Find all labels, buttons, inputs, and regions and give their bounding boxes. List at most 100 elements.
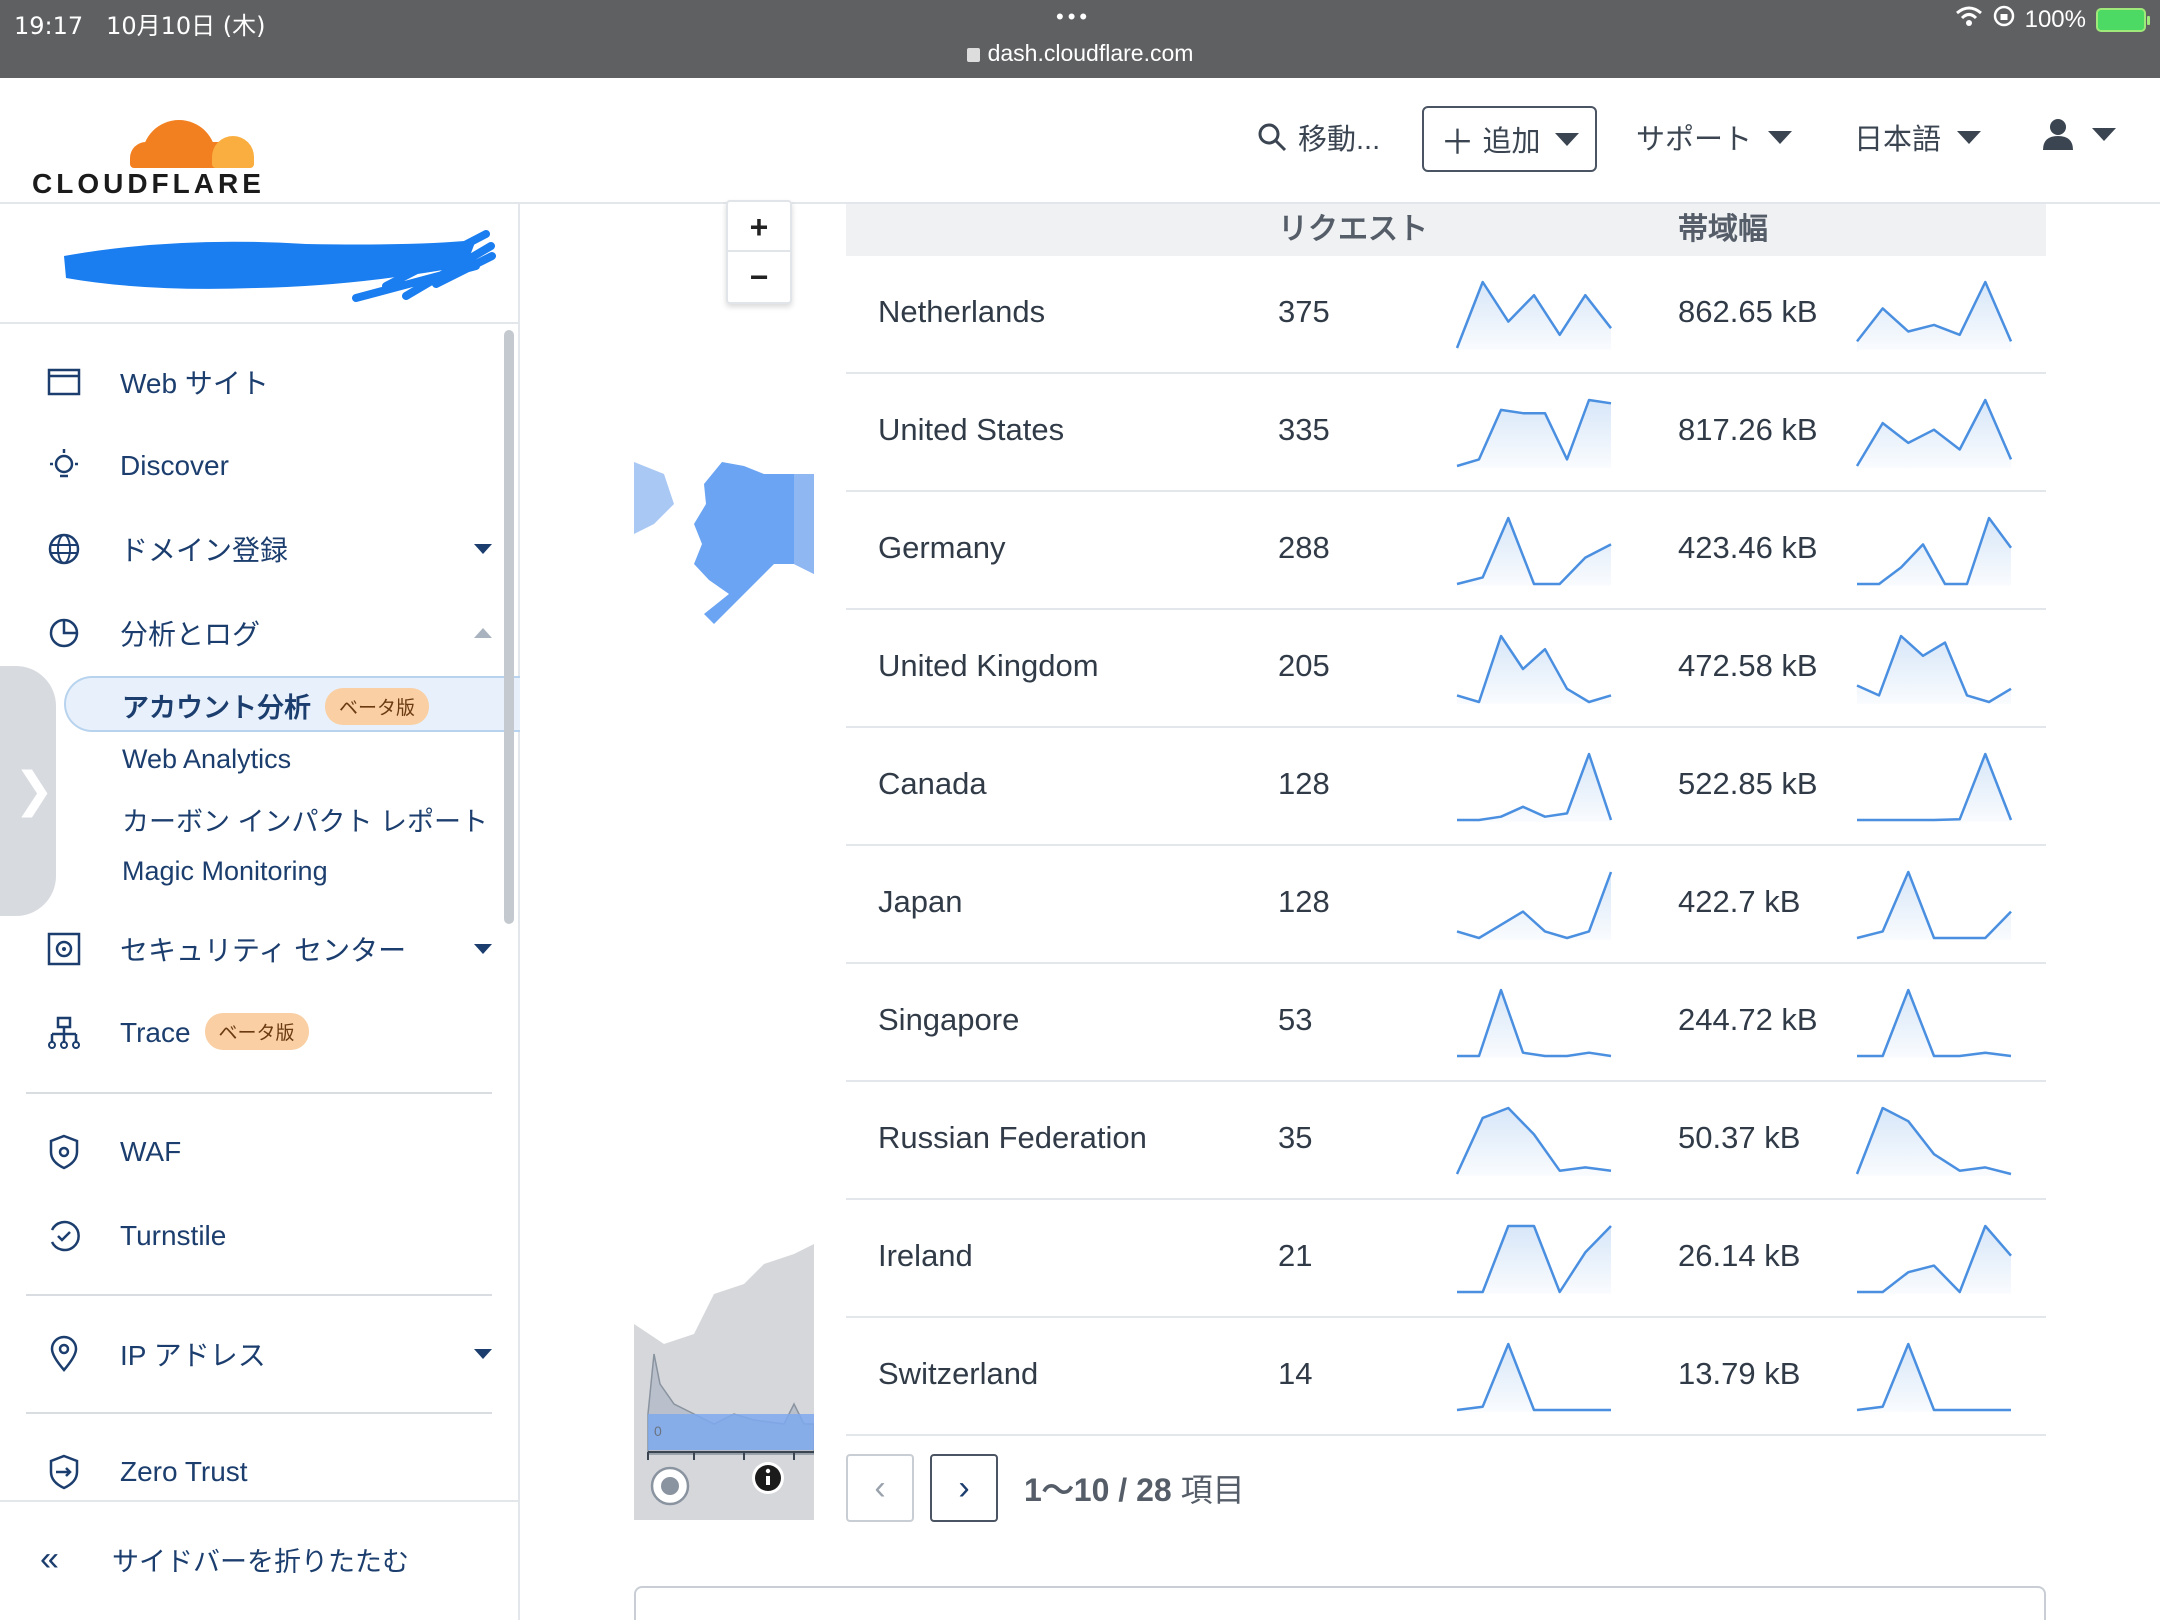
sidebar-item-discover[interactable]: Discover bbox=[0, 436, 500, 496]
search-label: 移動... bbox=[1298, 124, 1381, 156]
sidebar-subitem-carbon-report[interactable]: カーボン インパクト レポート bbox=[122, 800, 488, 839]
request-count: 335 bbox=[1278, 412, 1330, 447]
sidebar-item-label: Web サイト bbox=[120, 368, 269, 399]
collapse-sidebar-button[interactable]: « サイドバーを折りたたむ bbox=[0, 1500, 518, 1620]
side-panel-handle[interactable]: ❯ bbox=[0, 666, 56, 916]
bandwidth-value: 862.65 kB bbox=[1678, 294, 1818, 329]
sparkline-chart bbox=[1456, 1342, 1611, 1412]
table-row[interactable]: Russian Federation 35 50.37 kB bbox=[846, 1082, 2046, 1200]
sparkline-chart bbox=[1456, 634, 1612, 704]
sparkline-chart bbox=[1857, 988, 2012, 1058]
sidebar-item-label: Trace ベータ版 bbox=[120, 1012, 309, 1053]
bandwidth-value: 26.14 kB bbox=[1678, 1238, 1801, 1273]
table-row[interactable]: United States 335 817.26 kB bbox=[846, 374, 2046, 492]
chevron-down-icon bbox=[474, 944, 492, 954]
chevron-down-icon bbox=[474, 544, 492, 554]
zoom-out-button[interactable]: − bbox=[728, 252, 790, 302]
table-row[interactable]: United Kingdom 205 472.58 kB bbox=[846, 610, 2046, 728]
double-chevron-left-icon: « bbox=[40, 1540, 59, 1578]
user-menu[interactable] bbox=[2040, 116, 2116, 152]
sidebar-subitem-magic-monitoring[interactable]: Magic Monitoring bbox=[122, 856, 328, 887]
country-traffic-table: リクエスト 帯域幅 Netherlands 375 862.65 kB United … bbox=[846, 204, 2046, 1436]
browser-window-icon bbox=[47, 368, 81, 396]
request-count: 375 bbox=[1278, 294, 1330, 329]
zoom-in-button[interactable]: + bbox=[728, 202, 790, 252]
redacted-account-name bbox=[64, 230, 496, 302]
top-header: CLOUDFLARE 移動... ＋ 追加 サポート 日本語 bbox=[0, 78, 2160, 204]
request-count: 288 bbox=[1278, 530, 1330, 565]
country-name: Ireland bbox=[878, 1238, 973, 1273]
table-row[interactable]: Ireland 21 26.14 kB bbox=[846, 1200, 2046, 1318]
sidebar-item-analytics-logs[interactable]: 分析とログ bbox=[0, 603, 500, 663]
sidebar-item-waf[interactable]: WAF bbox=[0, 1122, 500, 1182]
status-time: 19:17 10月10日 (木) bbox=[14, 12, 266, 40]
sparkline-chart bbox=[1856, 1342, 2011, 1412]
map-info-icon[interactable] bbox=[752, 1462, 784, 1494]
table-row[interactable]: Singapore 53 244.72 kB bbox=[846, 964, 2046, 1082]
sidebar-scrollbar[interactable] bbox=[504, 330, 514, 924]
table-row[interactable]: Canada 128 522.85 kB bbox=[846, 728, 2046, 846]
sidebar-item-trace[interactable]: Trace ベータ版 bbox=[0, 1004, 500, 1064]
table-row[interactable]: Switzerland 14 13.79 kB bbox=[846, 1318, 2046, 1436]
table-row[interactable]: Japan 128 422.7 kB bbox=[846, 846, 2046, 964]
support-label: サポート bbox=[1636, 124, 1753, 156]
bandwidth-value: 522.85 kB bbox=[1678, 766, 1818, 801]
sparkline-chart bbox=[1456, 516, 1612, 586]
url-bar[interactable]: dash.cloudflare.com bbox=[0, 40, 2160, 67]
security-center-icon bbox=[47, 932, 81, 966]
cloudflare-logo[interactable]: CLOUDFLARE bbox=[32, 98, 261, 199]
column-header-bandwidth[interactable]: 帯域幅 bbox=[1678, 204, 1768, 248]
pagination: ‹ › 1〜10 / 28 項目 bbox=[846, 1454, 1245, 1522]
sparkline-chart bbox=[1457, 988, 1612, 1058]
globe-icon bbox=[48, 533, 80, 565]
sparkline-chart bbox=[1455, 1106, 1612, 1176]
table-row[interactable]: Germany 288 423.46 kB bbox=[846, 492, 2046, 610]
language-label: 日本語 bbox=[1854, 124, 1942, 156]
add-label: 追加 bbox=[1482, 126, 1541, 158]
pagination-unit: 項目 bbox=[1180, 1472, 1245, 1508]
next-panel-card bbox=[634, 1586, 2046, 1620]
sparkline-chart bbox=[1856, 634, 2012, 704]
sparkline-chart bbox=[1856, 280, 2013, 350]
plus-icon: ＋ bbox=[1440, 123, 1475, 162]
account-selector[interactable] bbox=[0, 204, 518, 324]
request-count: 128 bbox=[1278, 884, 1330, 919]
sparkline-chart bbox=[1455, 280, 1612, 350]
chevron-down-icon bbox=[1957, 130, 1982, 144]
table-header: リクエスト 帯域幅 bbox=[846, 204, 2046, 256]
column-header-requests[interactable]: リクエスト bbox=[1278, 204, 1428, 248]
chevron-right-icon: › bbox=[958, 1468, 970, 1507]
search-icon bbox=[1258, 123, 1287, 152]
chevron-down-icon bbox=[1768, 130, 1793, 144]
sidebar-item-ip-addresses[interactable]: IP アドレス bbox=[0, 1324, 500, 1384]
sidebar-item-label: Zero Trust bbox=[120, 1456, 248, 1487]
chevron-down-icon bbox=[1554, 132, 1579, 146]
sidebar-item-websites[interactable]: Web サイト bbox=[0, 352, 500, 412]
sidebar-item-security-center[interactable]: セキュリティ センター bbox=[0, 919, 500, 979]
sidebar-item-turnstile[interactable]: Turnstile bbox=[0, 1206, 500, 1266]
next-page-button[interactable]: › bbox=[930, 1454, 998, 1522]
map-reset-icon[interactable] bbox=[650, 1466, 690, 1506]
pagination-range: 1〜10 / 28 bbox=[1024, 1472, 1172, 1508]
network-trace-icon bbox=[48, 1016, 80, 1049]
shield-gear-icon bbox=[49, 1134, 79, 1170]
table-row[interactable]: Netherlands 375 862.65 kB bbox=[846, 256, 2046, 374]
sparkline-chart bbox=[1856, 870, 2012, 940]
world-map[interactable]: 0 bbox=[634, 204, 814, 1520]
language-menu[interactable]: 日本語 bbox=[1854, 116, 1982, 158]
sidebar-item-zero-trust[interactable]: Zero Trust bbox=[0, 1442, 500, 1502]
sparkline-chart bbox=[1456, 398, 1612, 468]
chevron-left-icon: ‹ bbox=[874, 1468, 886, 1507]
previous-page-button[interactable]: ‹ bbox=[846, 1454, 914, 1522]
turnstile-icon bbox=[50, 1220, 80, 1252]
search-button[interactable]: 移動... bbox=[1256, 116, 1380, 158]
chevron-right-icon: ❯ bbox=[14, 764, 55, 817]
sidebar-subitem-web-analytics[interactable]: Web Analytics bbox=[122, 744, 291, 775]
divider bbox=[26, 1294, 492, 1296]
sidebar-item-label: セキュリティ センター bbox=[120, 935, 407, 966]
sidebar-item-domain-registration[interactable]: ドメイン登録 bbox=[0, 519, 500, 579]
orientation-lock-icon bbox=[1993, 5, 2015, 34]
add-button[interactable]: ＋ 追加 bbox=[1422, 106, 1597, 172]
multitask-dots[interactable]: ••• bbox=[1056, 4, 1091, 30]
support-menu[interactable]: サポート bbox=[1636, 116, 1793, 158]
